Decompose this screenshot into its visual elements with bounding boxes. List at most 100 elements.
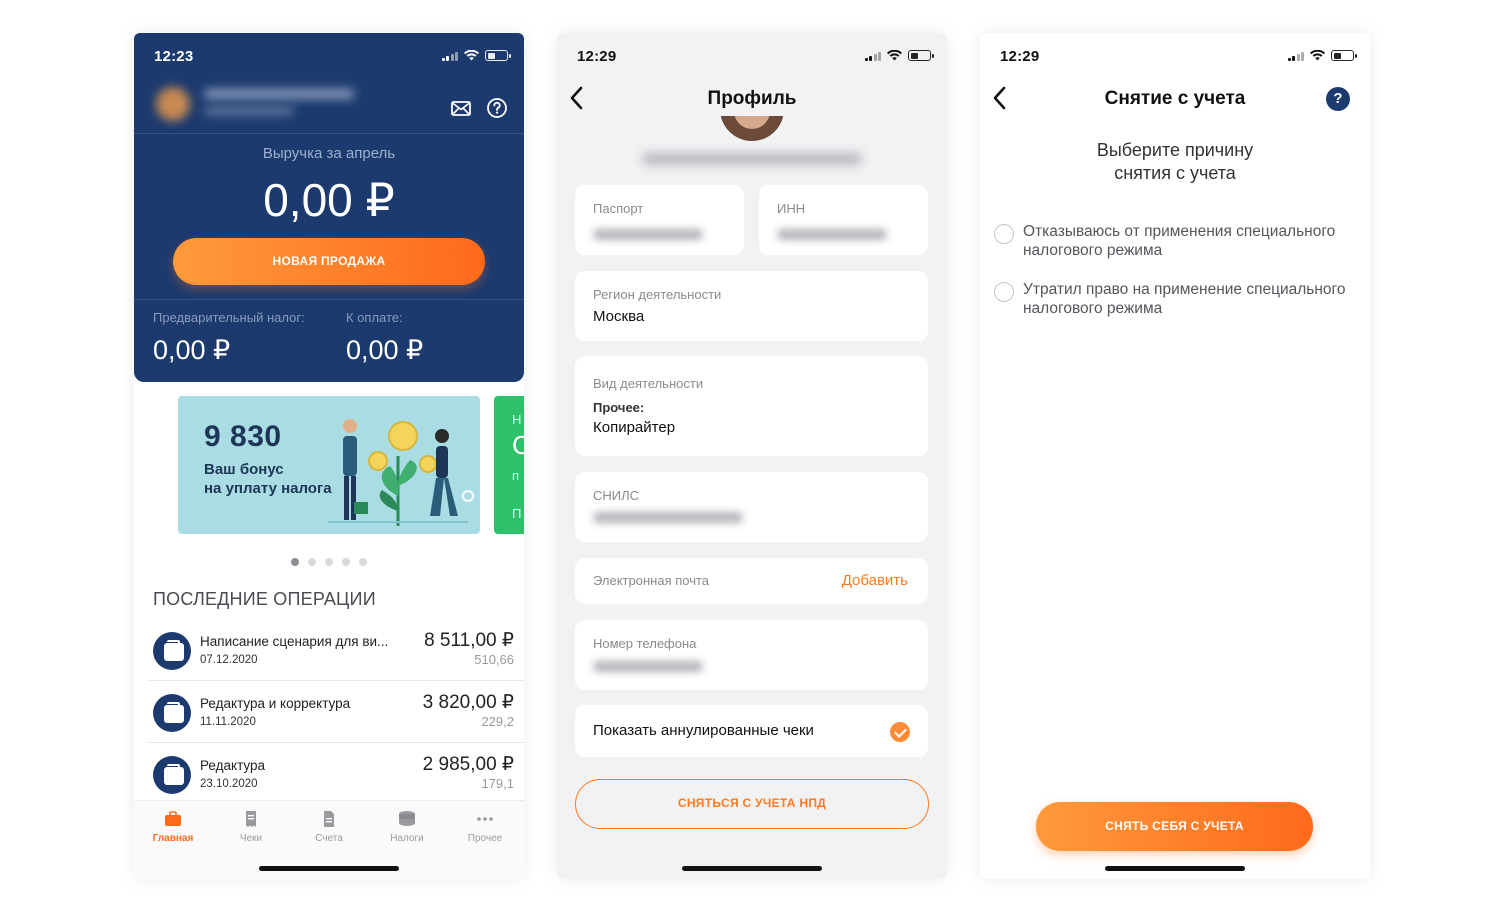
tab-more[interactable]: Прочее bbox=[446, 811, 524, 844]
coins-stack-icon bbox=[399, 811, 415, 826]
reason-text-line2: налогового режима bbox=[1023, 300, 1163, 317]
wifi-icon bbox=[464, 50, 479, 61]
home-indicator bbox=[682, 866, 822, 871]
home-indicator bbox=[1105, 866, 1245, 871]
status-bar: 12:29 bbox=[980, 33, 1370, 77]
screen-deregistration: 12:29 Снятие с учета ? Выберите причину … bbox=[980, 33, 1370, 879]
phone-card[interactable]: Номер телефона bbox=[575, 620, 928, 690]
activity-label: Вид деятельности bbox=[593, 376, 704, 391]
checkmark-icon[interactable] bbox=[890, 722, 910, 742]
carousel-dots[interactable] bbox=[134, 558, 524, 566]
radio-button[interactable] bbox=[994, 224, 1014, 244]
prelim-tax-label: Предварительный налог: bbox=[153, 310, 305, 325]
inn-card[interactable]: ИНН bbox=[759, 185, 928, 255]
battery-icon bbox=[485, 50, 511, 61]
bonus-promo-card[interactable]: 9 830 Ваш бонус на уплату налога bbox=[178, 396, 480, 534]
email-card[interactable]: Электронная почта Добавить bbox=[575, 558, 928, 604]
operation-title: Редактура bbox=[200, 758, 266, 773]
tab-home[interactable]: Главная bbox=[134, 811, 212, 844]
home-indicator bbox=[259, 866, 399, 871]
operation-title: Написание сценария для ви... bbox=[200, 634, 389, 649]
avatar[interactable] bbox=[156, 87, 190, 121]
help-question-icon[interactable]: ? bbox=[1326, 87, 1350, 111]
next-promo-card[interactable]: Н С п П bbox=[494, 396, 524, 534]
battery-icon bbox=[908, 50, 934, 61]
region-card[interactable]: Регион деятельности Москва bbox=[575, 271, 928, 341]
passport-card[interactable]: Паспорт bbox=[575, 185, 744, 255]
operation-row[interactable]: Написание сценария для ви... 07.12.2020 … bbox=[148, 619, 524, 681]
more-dots-icon bbox=[477, 817, 493, 821]
battery-icon bbox=[1331, 50, 1357, 61]
reason-text-line1: Утратил право на применение специального bbox=[1023, 281, 1346, 298]
operation-amount: 2 985,00 ₽ bbox=[422, 754, 514, 775]
operation-tax: 510,66 bbox=[474, 652, 514, 667]
wifi-icon bbox=[887, 50, 902, 61]
snils-card[interactable]: СНИЛС bbox=[575, 472, 928, 542]
receipt-icon bbox=[246, 811, 256, 827]
signal-icon bbox=[1287, 51, 1304, 61]
phone-value-redacted bbox=[593, 661, 703, 672]
to-pay-amount: 0,00 ₽ bbox=[346, 335, 424, 365]
show-cancelled-row[interactable]: Показать аннулированные чеки bbox=[575, 705, 928, 757]
user-subtitle-redacted bbox=[204, 107, 294, 115]
revenue-label: Выручка за апрель bbox=[262, 145, 396, 162]
operation-tax: 229,2 bbox=[481, 714, 514, 729]
recent-operations-title: ПОСЛЕДНИЕ ОПЕРАЦИИ bbox=[153, 589, 376, 609]
bonus-amount: 9 830 bbox=[204, 420, 282, 453]
status-bar: 12:23 bbox=[134, 33, 524, 77]
operation-amount: 8 511,00 ₽ bbox=[424, 630, 514, 651]
operation-date: 23.10.2020 bbox=[200, 778, 258, 790]
inn-label: ИНН bbox=[777, 201, 806, 216]
passport-label: Паспорт bbox=[593, 201, 644, 216]
new-sale-button[interactable]: НОВАЯ ПРОДАЖА bbox=[173, 238, 485, 285]
inn-value-redacted bbox=[777, 229, 887, 240]
briefcase-icon bbox=[165, 811, 181, 826]
radio-button[interactable] bbox=[994, 282, 1014, 302]
revenue-amount: 0,00 ₽ bbox=[263, 174, 395, 226]
show-cancelled-label: Показать аннулированные чеки bbox=[593, 722, 814, 739]
region-value: Москва bbox=[593, 308, 645, 325]
signal-icon bbox=[864, 51, 881, 61]
tab-bar: Главная Чеки Счета Налоги Прочее bbox=[134, 800, 524, 879]
user-name-redacted bbox=[204, 89, 354, 99]
tab-receipts[interactable]: Чеки bbox=[212, 811, 290, 844]
status-time: 12:29 bbox=[577, 48, 617, 65]
email-add-link[interactable]: Добавить bbox=[842, 572, 908, 589]
help-icon[interactable] bbox=[486, 97, 508, 119]
wallet-icon bbox=[153, 632, 191, 670]
money-tree-illustration-icon bbox=[328, 419, 474, 526]
home-header: 12:23 Выручка за апрель 0,00 ₽ НОВАЯ ПРО… bbox=[134, 33, 524, 382]
activity-group: Прочее: bbox=[593, 400, 645, 415]
reason-text-line2: налогового режима bbox=[1023, 242, 1163, 259]
screen-home: 12:23 Выручка за апрель 0,00 ₽ НОВАЯ ПРО… bbox=[134, 33, 524, 879]
operation-row[interactable]: Редактура и корректура 11.11.2020 3 820,… bbox=[148, 681, 524, 743]
wallet-icon bbox=[153, 756, 191, 794]
passport-value-redacted bbox=[593, 229, 703, 240]
deregister-npd-button[interactable]: СНЯТЬСЯ С УЧЕТА НПД bbox=[575, 779, 929, 829]
mail-icon[interactable] bbox=[450, 97, 472, 119]
phone-label: Номер телефона bbox=[593, 636, 697, 651]
reason-text-line1: Отказываюсь от применения специального bbox=[1023, 223, 1336, 240]
back-chevron-icon[interactable] bbox=[569, 86, 585, 110]
prelim-tax-amount: 0,00 ₽ bbox=[153, 335, 231, 365]
document-icon bbox=[324, 811, 334, 827]
status-time: 12:23 bbox=[154, 48, 194, 65]
activity-value: Копирайтер bbox=[593, 419, 676, 436]
region-label: Регион деятельности bbox=[593, 287, 722, 302]
operation-date: 07.12.2020 bbox=[200, 654, 258, 666]
operation-title: Редактура и корректура bbox=[200, 696, 351, 711]
operation-date: 11.11.2020 bbox=[200, 716, 256, 728]
tab-taxes[interactable]: Налоги bbox=[368, 811, 446, 844]
deregister-self-button[interactable]: СНЯТЬ СЕБЯ С УЧЕТА bbox=[1036, 802, 1313, 851]
snils-value-redacted bbox=[593, 512, 743, 523]
page-title: Профиль bbox=[682, 88, 822, 116]
operation-row[interactable]: Редактура 23.10.2020 2 985,00 ₽ 179,1 bbox=[148, 743, 524, 805]
operation-amount: 3 820,00 ₽ bbox=[422, 692, 514, 713]
tab-invoices[interactable]: Счета bbox=[290, 811, 368, 844]
to-pay-label: К оплате: bbox=[346, 310, 403, 325]
activity-card[interactable]: Вид деятельности Прочее: Копирайтер bbox=[575, 356, 928, 456]
signal-icon bbox=[441, 51, 458, 61]
status-bar: 12:29 bbox=[557, 33, 947, 77]
wallet-icon bbox=[153, 694, 191, 732]
email-label: Электронная почта bbox=[593, 573, 710, 588]
